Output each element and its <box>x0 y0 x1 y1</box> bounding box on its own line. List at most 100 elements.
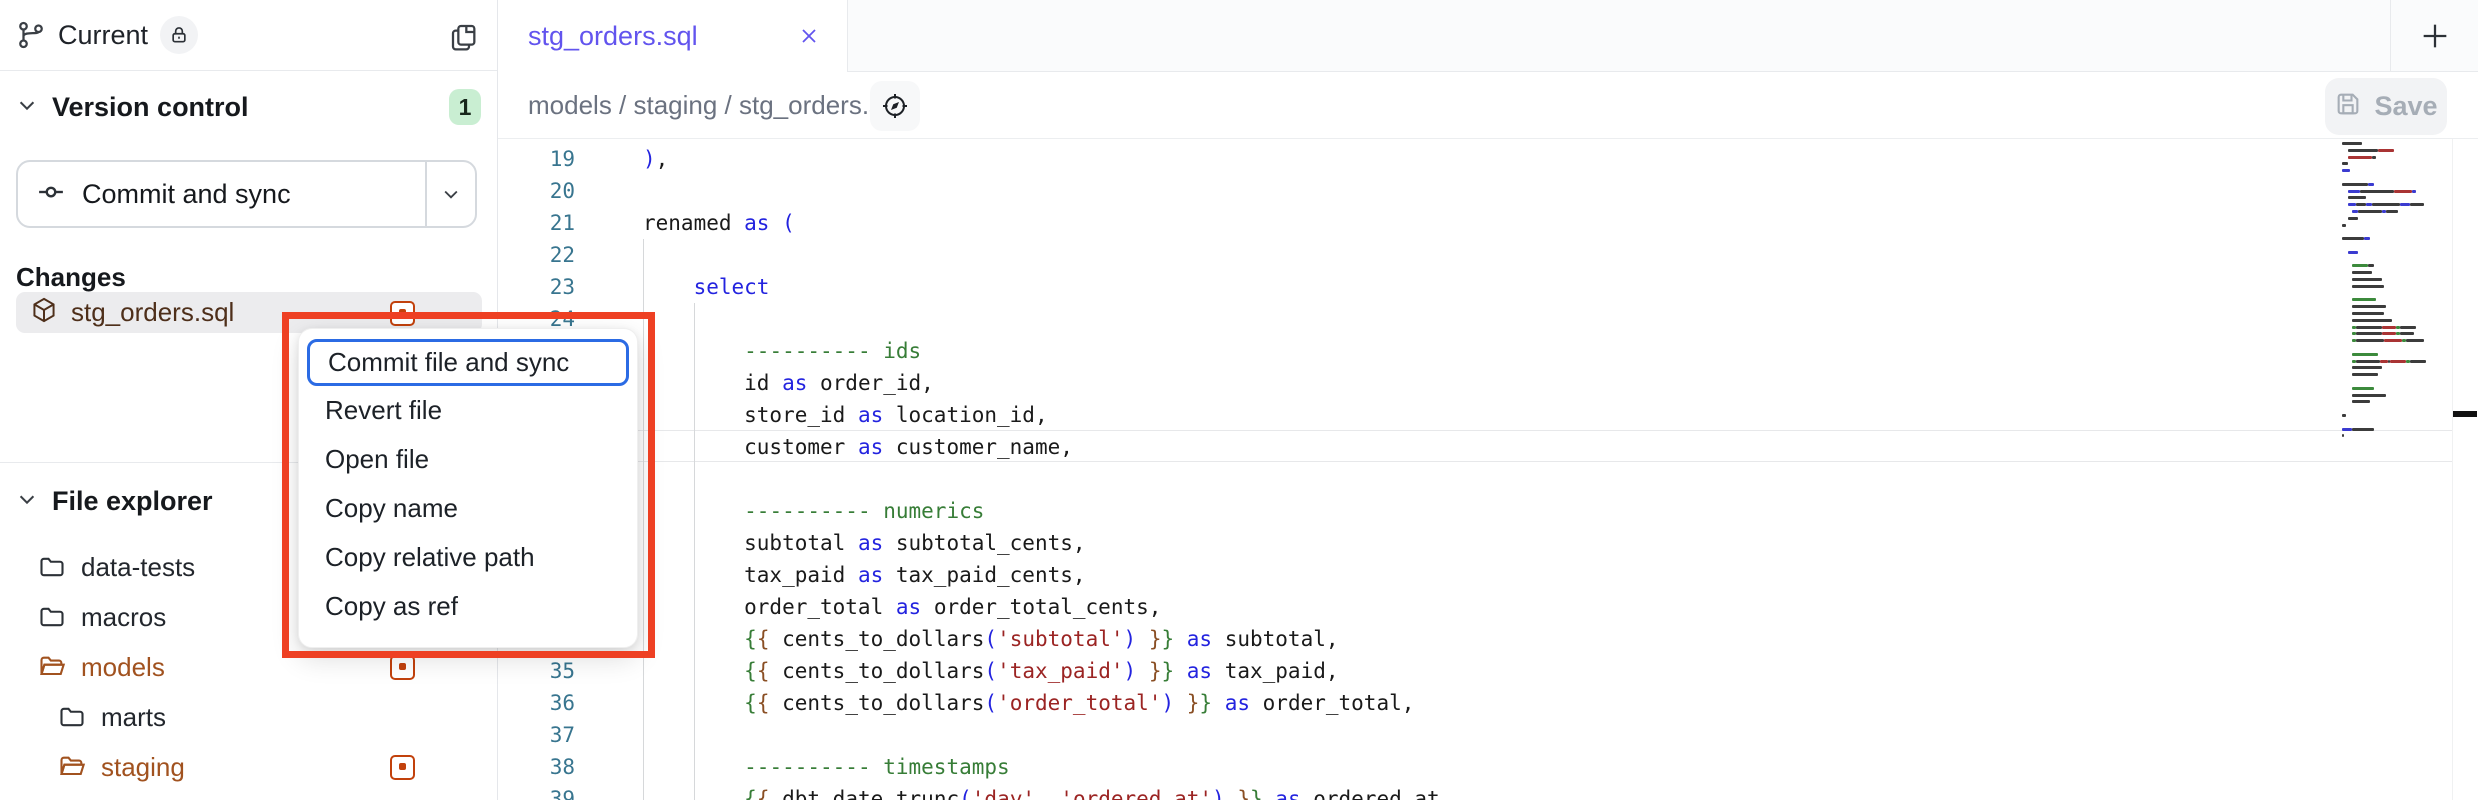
chevron-down-icon <box>16 488 38 515</box>
line-number: 38 <box>498 751 575 783</box>
code-line-33: 33 order_total as order_total_cents, <box>498 591 2478 623</box>
code-line-31: 31 subtotal as subtotal_cents, <box>498 527 2478 559</box>
minimap-line <box>2342 210 2398 213</box>
minimap-line <box>2342 326 2416 329</box>
chevron-down-icon <box>16 94 38 121</box>
minimap-line <box>2342 251 2358 254</box>
folder-icon <box>38 553 66 581</box>
code-line-34: 34 {{ cents_to_dollars('subtotal') }} as… <box>498 623 2478 655</box>
copy-icon[interactable] <box>447 22 479 54</box>
sidebar-item-marts[interactable]: marts <box>0 692 497 742</box>
minimap-line <box>2342 156 2376 159</box>
folder-label: marts <box>101 702 481 733</box>
code-line-39: 39 {{ dbt.date_trunc('day', 'ordered_at'… <box>498 783 2478 800</box>
line-number: 22 <box>498 239 575 271</box>
tab-label: stg_orders.sql <box>528 21 698 52</box>
minimap-line <box>2342 366 2382 369</box>
modified-folder-badge <box>390 655 415 680</box>
menu-item-commit-file-and-sync[interactable]: Commit file and sync <box>307 339 629 386</box>
sidebar-item-models[interactable]: models <box>0 642 497 692</box>
minimap-line <box>2342 169 2350 172</box>
menu-item-copy-name[interactable]: Copy name <box>307 484 629 533</box>
menu-item-copy-relative-path[interactable]: Copy relative path <box>307 533 629 582</box>
folder-open-icon <box>58 753 86 781</box>
branch-bar: Current <box>0 0 497 71</box>
minimap-line <box>2342 387 2374 390</box>
line-number: 37 <box>498 719 575 751</box>
commit-and-sync-button[interactable]: Commit and sync <box>16 160 477 228</box>
branch-selector[interactable]: Current <box>16 14 198 56</box>
code-line-35: 35 {{ cents_to_dollars('tax_paid') }} as… <box>498 655 2478 687</box>
minimap-line <box>2342 373 2378 376</box>
code-line-22: 22 <box>498 239 2478 271</box>
git-branch-icon <box>16 20 46 50</box>
code-line-32: 32 tax_paid as tax_paid_cents, <box>498 559 2478 591</box>
minimap-line <box>2342 319 2392 322</box>
sidebar-item-staging[interactable]: staging <box>0 742 497 792</box>
line-number: 39 <box>498 783 575 800</box>
line-number: 36 <box>498 687 575 719</box>
code-line-38: 38 ---------- timestamps <box>498 751 2478 783</box>
version-control-header[interactable]: Version control 1 <box>0 79 497 135</box>
code-line-30: 30 ---------- numerics <box>498 495 2478 527</box>
minimap-line <box>2342 414 2346 417</box>
file-context-menu: Commit file and syncRevert fileOpen file… <box>298 328 638 648</box>
close-icon[interactable] <box>797 24 821 48</box>
code-line-21: 21renamed as ( <box>498 207 2478 239</box>
folder-label: staging <box>101 752 375 783</box>
commit-button-label: Commit and sync <box>82 179 291 210</box>
minimap-line <box>2342 434 2344 437</box>
breadcrumb: models / staging / stg_orders.sql <box>528 90 902 121</box>
compass-icon[interactable] <box>870 81 920 131</box>
save-button[interactable]: Save <box>2325 78 2447 135</box>
minimap-line <box>2342 217 2358 220</box>
line-number: 23 <box>498 271 575 303</box>
changes-count-badge: 1 <box>449 89 481 125</box>
minimap-line <box>2342 298 2376 301</box>
branch-name: Current <box>58 20 148 51</box>
menu-item-revert-file[interactable]: Revert file <box>307 386 629 435</box>
minimap-line <box>2342 360 2426 363</box>
code-line-28: 28 customer as customer_name, <box>498 431 2478 463</box>
minimap-line <box>2342 400 2370 403</box>
minimap-line <box>2342 305 2386 308</box>
commit-options-dropdown[interactable] <box>425 162 475 226</box>
minimap-line <box>2342 428 2374 431</box>
folder-icon <box>38 603 66 631</box>
folder-label: models <box>81 652 375 683</box>
minimap[interactable] <box>2338 142 2452 792</box>
floppy-save-icon <box>2334 90 2362 123</box>
code-line-36: 36 {{ cents_to_dollars('order_total') }}… <box>498 687 2478 719</box>
code-line-20: 20 <box>498 175 2478 207</box>
code-line-24: 24 <box>498 303 2478 335</box>
menu-item-copy-as-ref[interactable]: Copy as ref <box>307 582 629 631</box>
code-line-19: 19), <box>498 143 2478 175</box>
minimap-line <box>2342 190 2416 193</box>
minimap-line <box>2342 332 2414 335</box>
minimap-line <box>2342 183 2374 186</box>
code-line-25: 25 ---------- ids <box>498 335 2478 367</box>
tab-stg-orders[interactable]: stg_orders.sql <box>498 0 848 72</box>
changes-heading: Changes <box>16 262 126 293</box>
minimap-line <box>2342 312 2384 315</box>
save-button-label: Save <box>2374 91 2437 122</box>
model-cube-icon <box>30 296 58 329</box>
code-line-27: 27 store_id as location_id, <box>498 399 2478 431</box>
tab-strip: stg_orders.sql <box>498 0 2478 72</box>
minimap-line <box>2342 142 2362 145</box>
dbt-ide-window: Current V <box>0 0 2478 800</box>
line-number: 35 <box>498 655 575 687</box>
minimap-line <box>2342 264 2374 267</box>
minimap-line <box>2342 203 2424 206</box>
minimap-line <box>2342 339 2424 342</box>
menu-item-open-file[interactable]: Open file <box>307 435 629 484</box>
overview-ruler <box>2452 139 2478 800</box>
plus-icon[interactable] <box>2418 19 2452 53</box>
minimap-line <box>2342 162 2348 165</box>
minimap-line <box>2342 278 2382 281</box>
code-editor[interactable]: 19),2021renamed as (2223 select2425 ----… <box>498 139 2478 800</box>
code-line-26: 26 id as order_id, <box>498 367 2478 399</box>
modified-file-badge <box>390 301 415 326</box>
minimap-line <box>2342 224 2346 227</box>
line-number: 20 <box>498 175 575 207</box>
